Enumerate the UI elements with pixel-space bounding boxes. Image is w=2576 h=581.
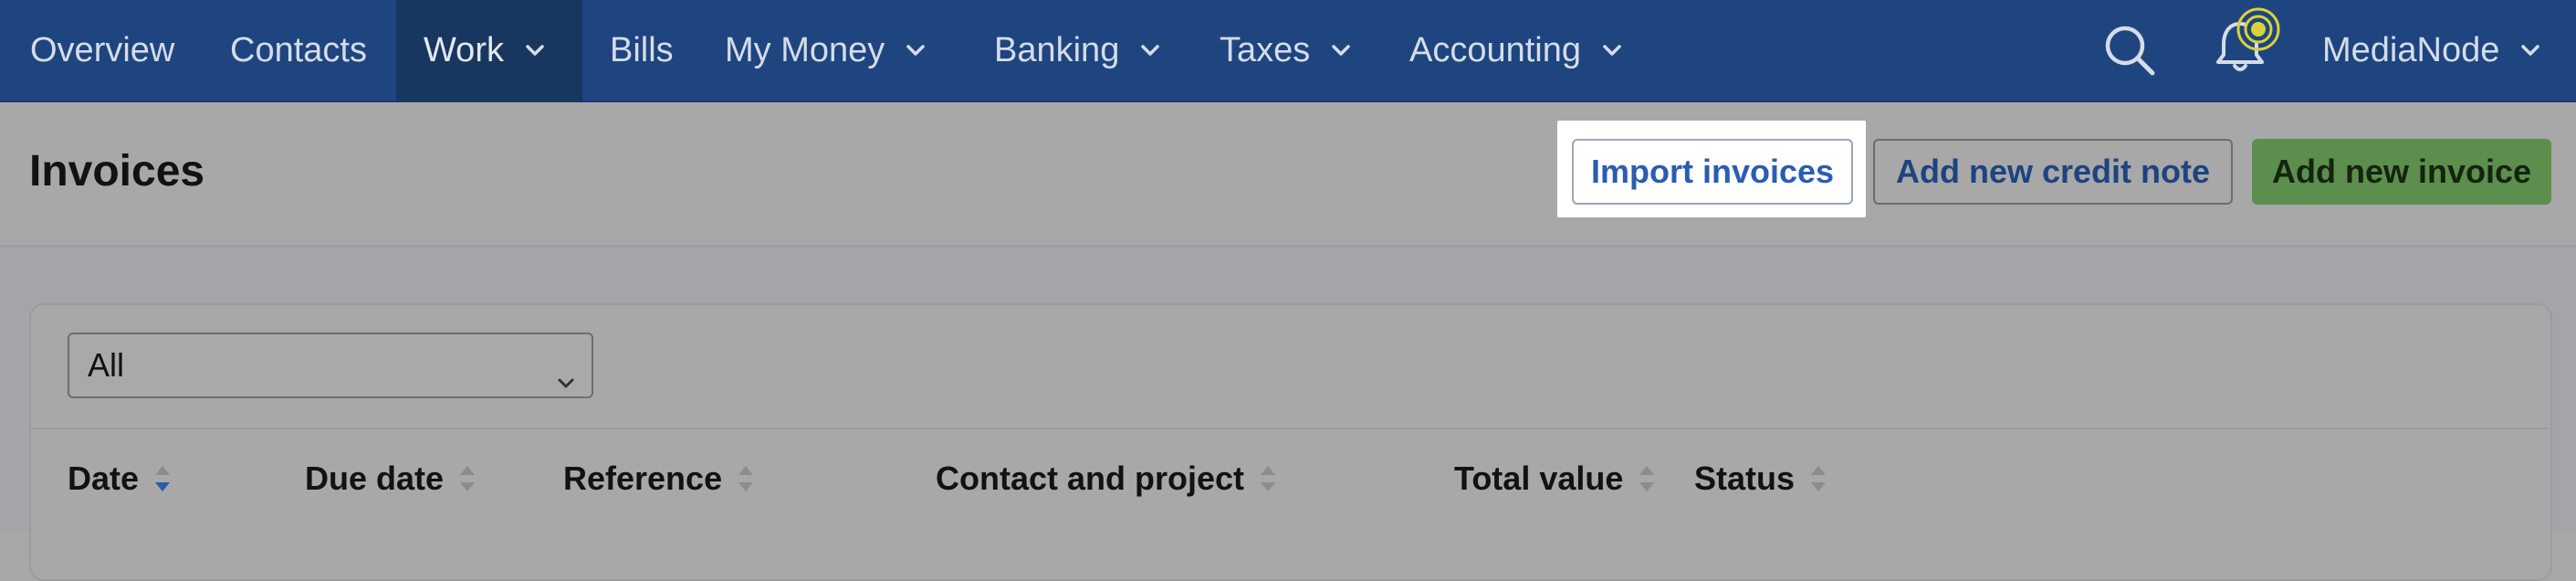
nav-item-contacts[interactable]: Contacts [230,0,367,100]
nav-item-label: My Money [725,30,885,69]
column-label: Total value [1454,460,1624,497]
sort-descending-icon [153,463,172,494]
add-invoice-button[interactable]: Add new invoice [2252,139,2551,205]
account-name: MediaNode [2322,30,2500,69]
column-label: Date [68,460,140,497]
nav-item-label: Accounting [1409,30,1582,69]
column-header-reference[interactable]: Reference [563,457,755,501]
nav-item-bills[interactable]: Bills [610,0,674,100]
column-header-total-value[interactable]: Total value [1454,457,1656,501]
nav-item-label: Work [424,30,504,69]
nav-item-taxes[interactable]: Taxes [1220,0,1351,100]
nav-item-label: Taxes [1220,30,1311,69]
nav-item-accounting[interactable]: Accounting [1409,0,1621,100]
chevron-down-icon [1603,44,1621,57]
nav-item-work[interactable]: Work [396,0,582,100]
filter-value: All [88,346,125,384]
column-header-date[interactable]: Date [68,457,172,501]
sort-icon [1638,463,1656,494]
card-divider [31,428,2549,429]
nav-item-label: Overview [30,30,175,69]
column-label: Due date [305,460,445,497]
nav-item-label: Contacts [230,30,367,69]
chevron-down-icon [557,360,575,398]
column-label: Contact and project [936,460,1245,497]
import-invoices-button[interactable]: Import invoices [1572,139,1853,205]
add-credit-note-button[interactable]: Add new credit note [1873,139,2233,205]
chevron-down-icon [2521,44,2540,57]
nav-item-banking[interactable]: Banking [994,0,1160,100]
nav-item-my-money[interactable]: My Money [725,0,926,100]
sort-icon [1809,463,1827,494]
sort-icon [737,463,755,494]
column-label: Reference [563,460,723,497]
nav-item-label: Bills [610,30,674,69]
status-filter-select[interactable]: All [68,333,593,398]
top-navigation: Overview Contacts Work Bills My Money Ba… [0,0,2576,102]
bell-icon[interactable] [2209,4,2284,81]
chevron-down-icon [1141,44,1160,57]
nav-item-overview[interactable]: Overview [30,0,174,100]
column-label: Status [1694,460,1796,497]
page-title: Invoices [29,147,205,195]
chevron-down-icon [1332,44,1351,57]
account-menu[interactable]: MediaNode [2322,0,2540,100]
chevron-down-icon [526,44,544,57]
nav-item-label: Banking [994,30,1120,69]
sort-icon [1259,463,1277,494]
search-icon[interactable] [2101,22,2158,83]
column-header-status[interactable]: Status [1694,457,1827,501]
chevron-down-icon [906,44,926,57]
column-header-due-date[interactable]: Due date [305,457,476,501]
column-header-contact-project[interactable]: Contact and project [936,457,1277,501]
sort-icon [458,463,476,494]
